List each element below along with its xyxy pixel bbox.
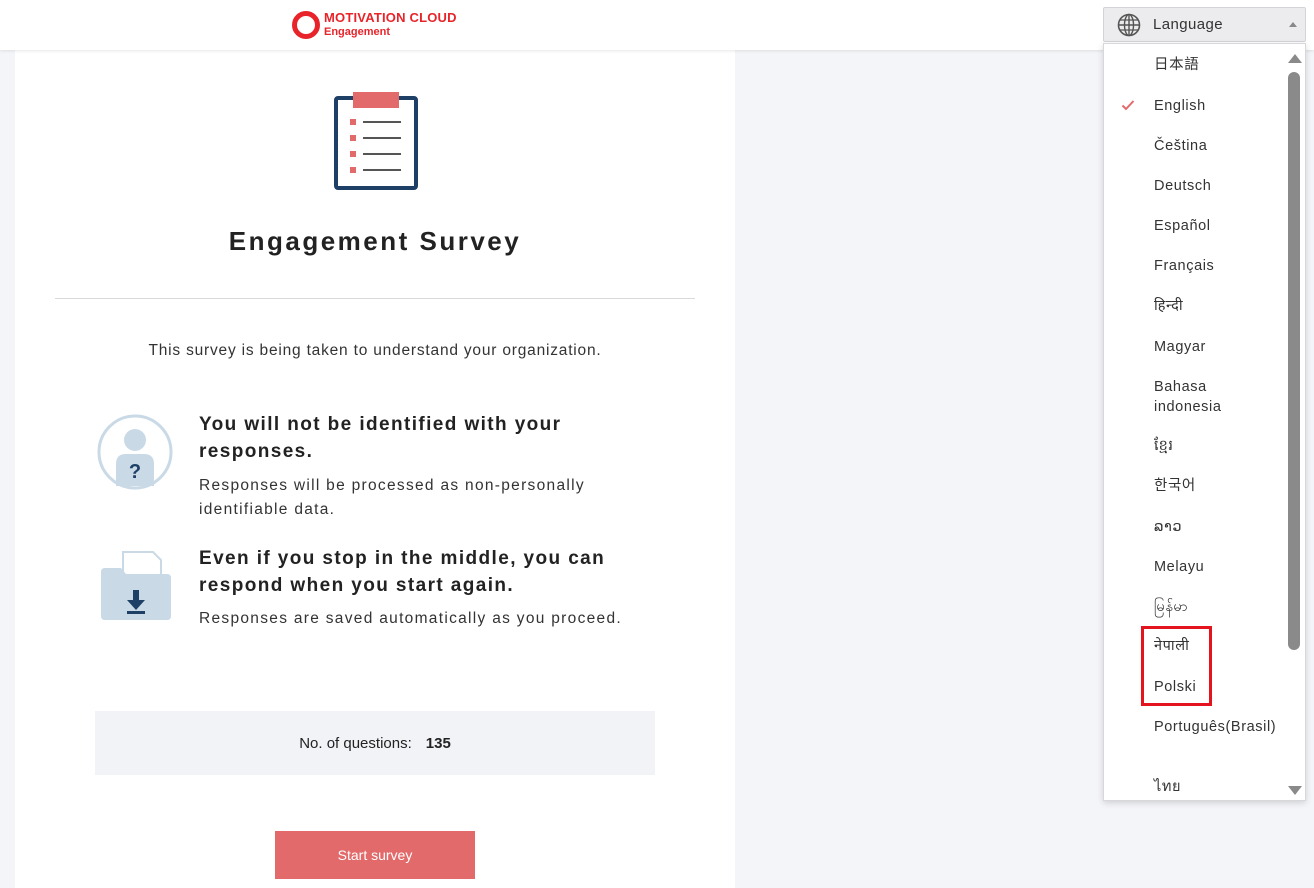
language-option-label: 日本語 xyxy=(1154,57,1200,73)
language-option[interactable]: Português(Brasil) xyxy=(1104,717,1284,737)
scroll-up-arrow-icon[interactable] xyxy=(1288,54,1302,63)
language-option[interactable]: ไทย xyxy=(1104,777,1284,797)
start-survey-button[interactable]: Start survey xyxy=(275,831,475,879)
question-count-value: 135 xyxy=(425,734,451,752)
feature-heading: You will not be identified with your res… xyxy=(199,414,562,462)
language-option[interactable]: Bahasa indonesia xyxy=(1104,377,1264,417)
language-option-label: Čeština xyxy=(1154,138,1208,154)
motivation-cloud-logo: MOTIVATION CLOUD Engagement xyxy=(292,10,457,40)
language-option[interactable]: မြန်မာ xyxy=(1104,597,1284,617)
language-option-label: Deutsch xyxy=(1154,178,1212,194)
language-option[interactable]: ខ្មែរ xyxy=(1104,436,1284,456)
folder-download-icon xyxy=(101,551,171,620)
language-option[interactable]: Melayu xyxy=(1104,557,1284,577)
scrollbar-thumb[interactable] xyxy=(1288,72,1300,650)
language-option-label: 한국어 xyxy=(1154,478,1196,494)
caret-up-icon xyxy=(1289,22,1297,27)
logo-subtitle: Engagement xyxy=(324,26,391,38)
survey-card: Engagement Survey This survey is being t… xyxy=(15,50,735,888)
language-option[interactable]: हिन्दी xyxy=(1104,296,1284,316)
language-select[interactable]: Language xyxy=(1103,7,1306,42)
language-option-label: ខ្មែរ xyxy=(1154,438,1174,454)
anonymous-user-icon: ? xyxy=(97,414,173,490)
question-count-label: No. of questions: xyxy=(299,734,412,752)
language-option-selected[interactable]: English xyxy=(1104,96,1284,116)
language-option-label: ไทย xyxy=(1154,779,1182,795)
feature-heading: Even if you stop in the middle, you can … xyxy=(199,548,606,596)
dropdown-scrollbar[interactable] xyxy=(1283,44,1305,800)
scroll-down-arrow-icon[interactable] xyxy=(1288,786,1302,795)
page-title: Engagement Survey xyxy=(228,226,522,256)
language-option-label: Français xyxy=(1154,258,1215,274)
checkmark-icon xyxy=(1121,100,1135,111)
language-option-label: Magyar xyxy=(1154,339,1206,355)
language-option-label: Bahasa indonesia xyxy=(1154,379,1222,415)
language-option-label: Español xyxy=(1154,218,1211,234)
language-option[interactable]: Español xyxy=(1104,216,1284,236)
divider xyxy=(55,298,695,299)
language-option-label: Português(Brasil) xyxy=(1154,719,1277,735)
language-option[interactable]: Français xyxy=(1104,256,1284,276)
language-option-label: Melayu xyxy=(1154,559,1205,575)
language-option[interactable]: Deutsch xyxy=(1104,176,1284,196)
feature-description: Responses will be processed as non-perso… xyxy=(199,477,585,518)
intro-text: This survey is being taken to understand… xyxy=(148,342,602,359)
annotation-highlight-box xyxy=(1141,626,1212,706)
clipboard-checklist-icon xyxy=(334,92,418,190)
globe-icon xyxy=(1117,13,1141,36)
language-label: Language xyxy=(1153,16,1223,33)
language-option[interactable]: Magyar xyxy=(1104,337,1284,357)
language-option-label: ລາວ xyxy=(1154,519,1183,535)
language-option[interactable]: 日本語 xyxy=(1104,55,1284,75)
question-count-box: No. of questions: 135 xyxy=(95,711,655,775)
logo-title: MOTIVATION CLOUD xyxy=(324,10,457,25)
language-option-label: English xyxy=(1154,98,1206,114)
language-option[interactable]: 한국어 xyxy=(1104,476,1284,496)
language-option[interactable]: Čeština xyxy=(1104,136,1284,156)
feature-description: Responses are saved automatically as you… xyxy=(199,610,622,627)
language-option-label: हिन्दी xyxy=(1154,298,1184,314)
svg-text:?: ? xyxy=(129,461,141,483)
logo-ring-icon xyxy=(292,11,320,39)
language-option[interactable]: ລາວ xyxy=(1104,517,1284,537)
language-option-label: မြန်မာ xyxy=(1154,599,1189,615)
